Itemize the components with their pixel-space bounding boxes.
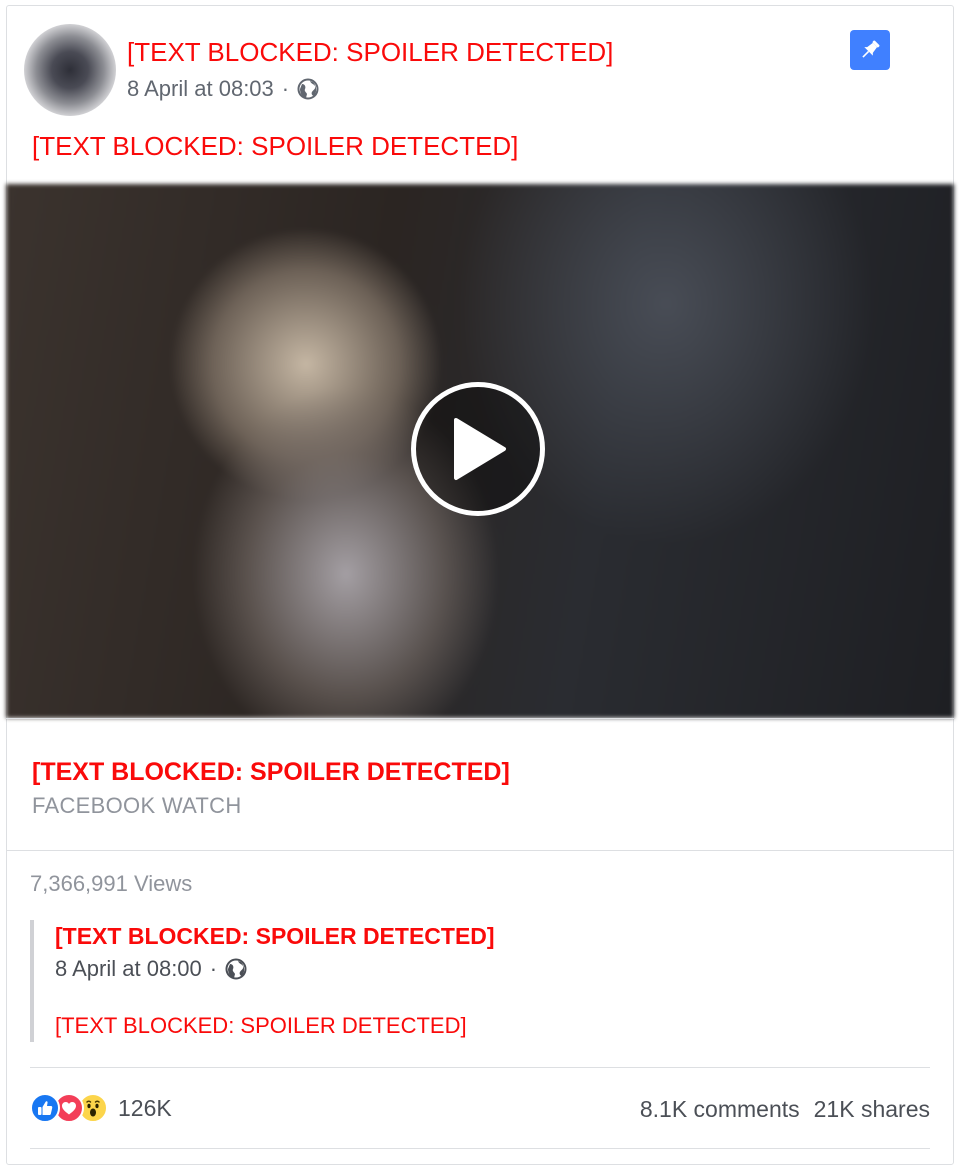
post-author[interactable]: [TEXT BLOCKED: SPOILER DETECTED]	[127, 36, 613, 68]
globe-icon[interactable]	[297, 78, 319, 100]
avatar[interactable]	[24, 24, 116, 116]
link-title[interactable]: [TEXT BLOCKED: SPOILER DETECTED]	[32, 757, 510, 787]
view-count: 7,366,991 Views	[30, 871, 193, 896]
divider	[30, 1148, 930, 1149]
reaction-count[interactable]: 126K	[118, 1092, 172, 1124]
meta-separator: ·	[209, 956, 218, 981]
meta-separator: ·	[281, 76, 290, 101]
play-icon	[454, 418, 506, 480]
shared-post-timestamp[interactable]: 8 April at 08:00	[55, 955, 202, 983]
like-reaction-icon	[30, 1093, 60, 1123]
divider	[30, 1067, 930, 1068]
reaction-summary[interactable]: 126K	[30, 1092, 172, 1124]
post-timestamp[interactable]: 8 April at 08:03	[127, 75, 274, 103]
post-text: [TEXT BLOCKED: SPOILER DETECTED]	[32, 131, 519, 161]
engagement-counts: 8.1K comments 21K shares	[640, 1094, 930, 1124]
pin-button[interactable]	[850, 30, 890, 70]
pin-icon	[862, 40, 880, 58]
post-meta: 8 April at 08:03 ·	[127, 75, 319, 103]
link-source: FACEBOOK WATCH	[32, 793, 242, 818]
shared-post-meta: 8 April at 08:00 ·	[55, 955, 247, 983]
shared-post-text: [TEXT BLOCKED: SPOILER DETECTED]	[55, 1013, 467, 1038]
comments-count[interactable]: 8.1K comments	[640, 1094, 800, 1124]
shares-count[interactable]: 21K shares	[814, 1094, 930, 1124]
globe-icon[interactable]	[225, 958, 247, 980]
shared-post-quote-bar	[30, 920, 34, 1042]
shared-post-author[interactable]: [TEXT BLOCKED: SPOILER DETECTED]	[55, 922, 495, 950]
play-button[interactable]	[411, 382, 545, 516]
